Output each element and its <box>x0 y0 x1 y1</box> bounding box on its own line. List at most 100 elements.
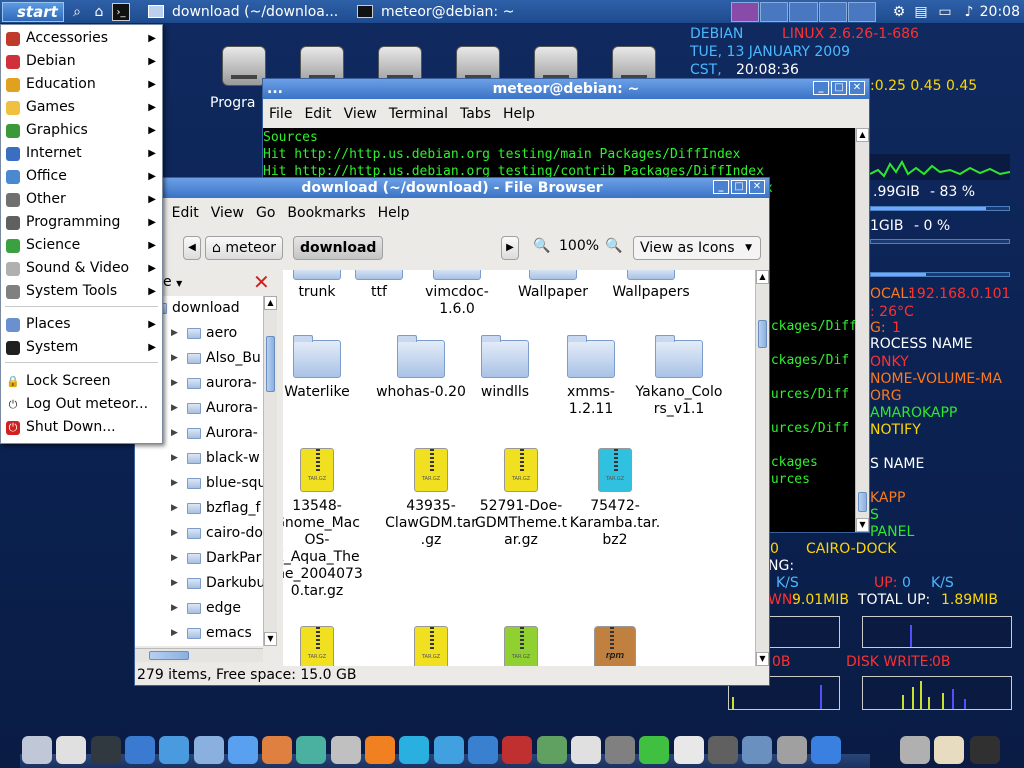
expander-icon[interactable]: ▶ <box>171 396 178 421</box>
archive-item[interactable]: 43935-ClawGDM.tar.gz <box>385 448 477 549</box>
expander-icon[interactable]: ▶ <box>171 421 178 446</box>
scroll-up-icon[interactable]: ▲ <box>856 128 869 142</box>
scroll-up-icon[interactable]: ▲ <box>264 296 277 310</box>
arrow-icon[interactable] <box>639 736 670 764</box>
menu-item-accessories[interactable]: Accessories ▶ <box>1 27 162 50</box>
printer-icon[interactable]: ▤ <box>912 3 930 21</box>
menu-view[interactable]: View <box>338 101 383 127</box>
scroll-down-icon[interactable]: ▼ <box>264 632 277 646</box>
clock-icon[interactable] <box>56 736 87 764</box>
hscroll-thumb[interactable] <box>149 651 189 660</box>
sidebar-mode-select[interactable]: e ▼ <box>163 274 182 290</box>
bird-icon[interactable] <box>193 736 224 764</box>
icon-view-scrollbar[interactable]: ▲ ▼ <box>755 270 769 666</box>
zoom-in-icon[interactable]: 🔍 <box>605 238 622 254</box>
tree-item[interactable]: ▶ DarkPar <box>135 546 263 571</box>
menu-item-places[interactable]: Places ▶ <box>1 313 162 336</box>
file-browser-titlebar[interactable]: download (~/download) - File Browser _ □… <box>135 178 769 198</box>
h-icon[interactable] <box>399 736 430 764</box>
expander-icon[interactable]: ▶ <box>171 621 178 646</box>
tree-hscrollbar[interactable] <box>135 648 263 662</box>
kdiff-icon[interactable] <box>570 736 601 764</box>
zoom-out-icon[interactable]: 🔍 <box>533 238 550 254</box>
tree-item[interactable]: ▶ emacs <box>135 621 263 646</box>
menu-item-debian[interactable]: Debian ▶ <box>1 50 162 73</box>
expander-icon[interactable]: ▶ <box>171 521 178 546</box>
clock[interactable]: 20:08 <box>980 2 1020 22</box>
expander-icon[interactable]: ▶ <box>171 571 178 596</box>
workspace-2[interactable] <box>760 2 789 22</box>
menu-item-lock-screen[interactable]: 🔒 Lock Screen <box>1 370 162 393</box>
menu-terminal[interactable]: Terminal <box>383 101 454 127</box>
safari-icon[interactable] <box>159 736 190 764</box>
penguin-icon[interactable] <box>605 736 636 764</box>
camera-icon[interactable] <box>330 736 361 764</box>
scroll-thumb[interactable] <box>858 492 867 512</box>
tree-item[interactable]: ▶ edge <box>135 596 263 621</box>
expander-icon[interactable]: ▶ <box>171 471 178 496</box>
expander-icon[interactable]: ▶ <box>171 371 178 396</box>
menu-help[interactable]: Help <box>372 200 416 226</box>
p-icon[interactable] <box>365 736 395 764</box>
tree-item[interactable]: ▶ bzflag_f <box>135 496 263 521</box>
tree-item[interactable]: ▶ blue-squ <box>135 471 263 496</box>
menu-item-other[interactable]: Other ▶ <box>1 188 162 211</box>
scroll-down-icon[interactable]: ▼ <box>756 652 769 666</box>
menu-item-shut-down[interactable]: ⏻ Shut Down... <box>1 416 162 439</box>
zoom-level[interactable]: 100% <box>559 238 599 254</box>
crumb-home[interactable]: ⌂ meteor <box>205 236 284 260</box>
finder-icon[interactable] <box>22 736 52 764</box>
terminal-scrollbar[interactable]: ▲ ▼ <box>855 128 869 532</box>
folder-item[interactable]: vimcdoc-1.6.0 <box>411 270 503 318</box>
menu-edit[interactable]: Edit <box>166 200 205 226</box>
task-file-browser[interactable]: download (~/downloa... <box>148 2 338 22</box>
minimize-icon[interactable]: _ <box>813 81 829 95</box>
penguin-icon[interactable] <box>970 736 1000 764</box>
folder-item[interactable]: whohas-0.20 <box>375 335 467 401</box>
menu-item-internet[interactable]: Internet ▶ <box>1 142 162 165</box>
menu-item-system-tools[interactable]: System Tools ▶ <box>1 280 162 303</box>
expander-icon[interactable]: ▶ <box>171 446 178 471</box>
workspace-1[interactable] <box>731 2 760 22</box>
folder-item[interactable]: xmms-1.2.11 <box>545 335 637 418</box>
terminal-titlebar[interactable]: ... meteor@debian: ~ _ □ ✕ <box>263 79 869 99</box>
folder-item[interactable]: Wallpaper <box>507 270 599 301</box>
menu-item-education[interactable]: Education ▶ <box>1 73 162 96</box>
bird2-icon[interactable] <box>742 736 773 764</box>
expander-icon[interactable]: ▶ <box>171 321 178 346</box>
folder-item[interactable]: windlls <box>459 335 551 401</box>
w-icon[interactable] <box>433 736 464 764</box>
workspace-4[interactable] <box>818 2 847 22</box>
paint-icon[interactable] <box>262 736 293 764</box>
archive-item[interactable]: 75472-Karamba.tar.bz2 <box>569 448 661 549</box>
network-icon[interactable]: ⚙ <box>890 3 908 21</box>
folder-item[interactable]: Waterlike <box>283 335 363 401</box>
circle-icon[interactable] <box>536 736 567 764</box>
tree-item[interactable]: ▶ Darkubu <box>135 571 263 596</box>
expander-icon[interactable]: ▶ <box>171 546 178 571</box>
menu-go[interactable]: Go <box>250 200 281 226</box>
minimize-icon[interactable]: _ <box>713 180 729 194</box>
archive-item[interactable] <box>385 626 477 666</box>
chat-icon[interactable] <box>227 736 258 764</box>
star-icon[interactable] <box>467 736 498 764</box>
task-terminal[interactable]: meteor@debian: ~ <box>357 2 514 22</box>
tree-item[interactable]: ▶ black-w <box>135 446 263 471</box>
archive-item[interactable] <box>283 626 363 666</box>
folder-item[interactable]: Yakano_Colors_v1.1 <box>633 335 725 418</box>
home-icon[interactable]: ⌂ <box>90 3 108 21</box>
scroll-down-icon[interactable]: ▼ <box>856 518 869 532</box>
folder-item[interactable]: Wallpapers <box>605 270 697 301</box>
menu-help[interactable]: Help <box>497 101 541 127</box>
menu-item-graphics[interactable]: Graphics ▶ <box>1 119 162 142</box>
rpm-item[interactable]: rpm <box>569 626 661 666</box>
menu-item-games[interactable]: Games ▶ <box>1 96 162 119</box>
expander-icon[interactable]: ▶ <box>171 346 178 371</box>
menu-bookmarks[interactable]: Bookmarks <box>281 200 371 226</box>
book-icon[interactable] <box>934 736 964 764</box>
menu-edit[interactable]: Edit <box>298 101 337 127</box>
close-icon[interactable]: ✕ <box>749 180 765 194</box>
activity-monitor-icon[interactable] <box>90 736 121 764</box>
tree-scrollbar[interactable]: ▲ ▼ <box>263 296 277 646</box>
trash-icon[interactable] <box>900 736 930 764</box>
